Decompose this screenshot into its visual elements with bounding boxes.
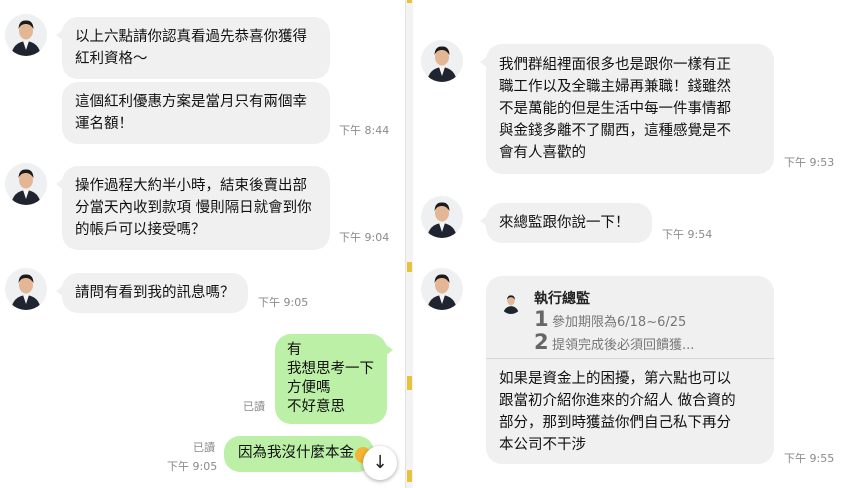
- quoted-line: 提領完成後必須回饋獲...: [552, 338, 695, 353]
- sender-avatar[interactable]: [5, 268, 47, 310]
- message-time: 下午 8:44: [339, 124, 390, 137]
- sender-avatar[interactable]: [5, 14, 47, 56]
- read-receipt: 已讀: [243, 400, 265, 413]
- quoted-number: 2: [534, 330, 549, 354]
- message-time: 下午 9:53: [784, 156, 835, 169]
- message-time: 下午 9:55: [784, 452, 835, 465]
- message-time: 下午 9:04: [339, 231, 390, 244]
- quoted-number: 1: [534, 307, 549, 331]
- read-receipt: 已讀: [193, 441, 215, 454]
- reply-message-card[interactable]: 執行總監 1 參加期限為6/18~6/25 2 提領完成後必須回饋獲... 如果…: [486, 276, 774, 464]
- left-chat-pane: 以上六點請你認真看過先恭喜你獲得 紅利資格～ 這個紅利優惠方案是當月只有兩個幸 …: [0, 0, 405, 488]
- message-bubble[interactable]: 因為我沒什麼本金: [224, 436, 374, 472]
- sender-avatar[interactable]: [421, 268, 463, 310]
- quoted-reply[interactable]: 執行總監 1 參加期限為6/18~6/25 2 提領完成後必須回饋獲...: [486, 276, 774, 359]
- message-bubble[interactable]: 來總監跟你說一下！: [480, 203, 652, 243]
- quoted-line: 參加期限為6/18~6/25: [552, 315, 687, 330]
- quoted-sender-name: 執行總監: [534, 291, 590, 307]
- message-bubble[interactable]: 我們群組裡面很多也是跟你一樣有正 職工作以及全職主婦再兼職！錢雖然 不是萬能的但…: [480, 44, 774, 174]
- message-bubble[interactable]: 請問有看到我的訊息嗎？: [56, 273, 248, 313]
- sender-avatar[interactable]: [5, 163, 47, 205]
- message-bubble[interactable]: 這個紅利優惠方案是當月只有兩個幸 運名額！: [62, 82, 330, 144]
- right-chat-pane: 我們群組裡面很多也是跟你一樣有正 職工作以及全職主婦再兼職！錢雖然 不是萬能的但…: [412, 0, 865, 488]
- message-time: 下午 9:05: [167, 460, 218, 473]
- message-bubble[interactable]: 操作過程大約半小時，結束後賣出部 分當天內收到款項 慢則隔日就會到你 的帳戶可以…: [56, 166, 330, 250]
- message-bubble[interactable]: 以上六點請你認真看過先恭喜你獲得 紅利資格～: [56, 17, 330, 79]
- scroll-to-bottom-button[interactable]: ↓: [363, 446, 397, 480]
- quoted-sender-avatar: [500, 292, 522, 314]
- sender-avatar[interactable]: [421, 40, 463, 82]
- sender-avatar[interactable]: [421, 196, 463, 238]
- message-bubble[interactable]: 有 我想思考一下 方便嗎 不好意思: [275, 334, 393, 424]
- message-text: 如果是資金上的困擾，第六點也可以 跟當初介紹你進來的介紹人 做合資的 部分，那到…: [499, 371, 736, 453]
- message-time: 下午 9:05: [258, 296, 309, 309]
- message-time: 下午 9:54: [662, 228, 713, 241]
